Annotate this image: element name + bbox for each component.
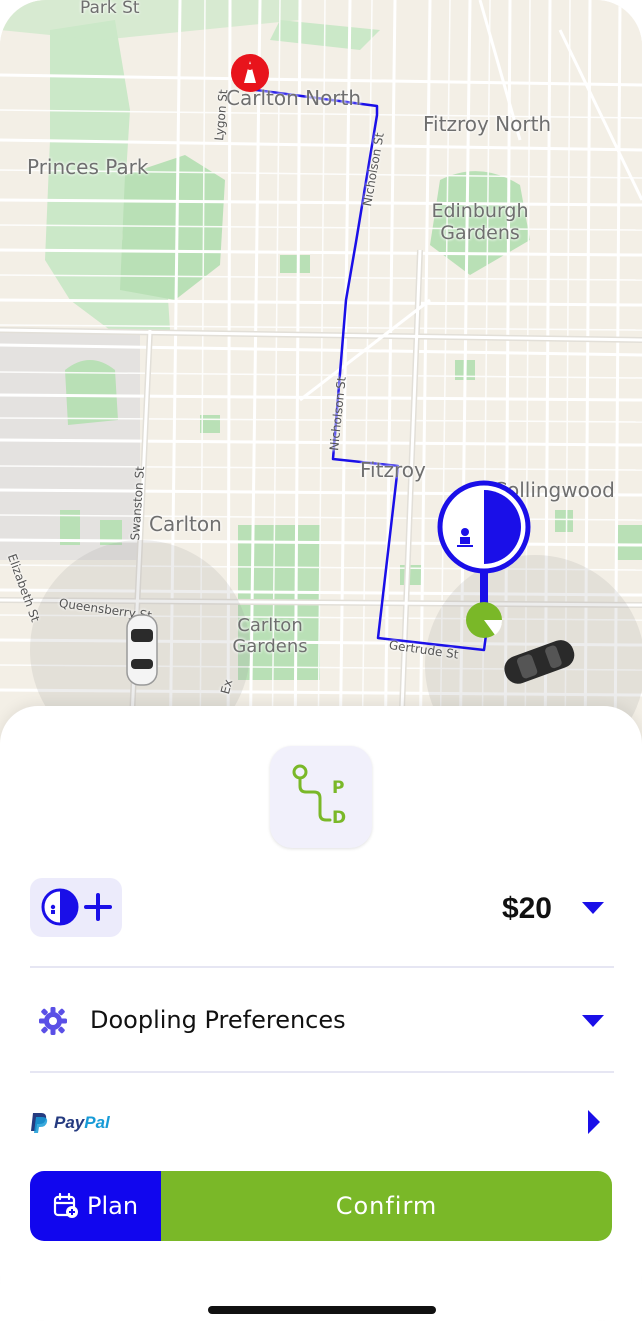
pickup-marker-icon[interactable] — [437, 480, 533, 645]
add-rider-button[interactable] — [30, 878, 122, 937]
divider — [30, 1071, 614, 1073]
paypal-logo-icon — [31, 1113, 48, 1133]
calendar-add-icon — [53, 1193, 78, 1218]
map-label-fitzroy-north: Fitzroy North — [423, 112, 552, 136]
logo-letter-p: P — [332, 778, 345, 798]
map-label-park-st: Park St — [80, 0, 140, 18]
ride-bottom-sheet: P D $20 Doopling Preferences PayPal Plan… — [0, 706, 642, 1321]
gear-icon — [39, 1007, 67, 1035]
payment-chevron-right-icon[interactable] — [588, 1110, 600, 1134]
route-logo-icon — [292, 764, 332, 822]
price-dropdown-chevron-icon[interactable] — [582, 902, 604, 914]
action-bar: Plan Confirm — [30, 1171, 612, 1241]
map-label-edinburgh-gardens: Edinburgh Gardens — [431, 200, 529, 244]
payment-method-paypal[interactable]: PayPal — [30, 1111, 110, 1135]
map-label-princes-park: Princes Park — [27, 155, 149, 179]
app-logo: P D — [270, 746, 372, 848]
plan-button[interactable]: Plan — [30, 1171, 161, 1241]
confirm-button-label: Confirm — [335, 1192, 438, 1220]
paypal-wordmark: PayPal — [54, 1113, 110, 1132]
confirm-button[interactable]: Confirm — [161, 1171, 612, 1241]
destination-pin-icon[interactable] — [230, 53, 270, 93]
map-label-carlton: Carlton — [149, 512, 222, 536]
fare-price: $20 — [501, 892, 552, 925]
add-rider-icon — [41, 888, 112, 926]
preferences-label[interactable]: Doopling Preferences — [90, 1006, 346, 1034]
map-label-fitzroy: Fitzroy — [360, 458, 426, 482]
map-label-carlton-gardens: Carlton Gardens — [232, 615, 308, 657]
home-indicator[interactable] — [208, 1306, 436, 1314]
car-black-icon — [504, 640, 575, 684]
map-view[interactable]: Park St Carlton North Fitzroy North Prin… — [0, 0, 642, 760]
divider — [30, 966, 614, 968]
logo-letter-d: D — [332, 808, 347, 828]
plan-button-label: Plan — [86, 1192, 139, 1220]
phone-screen: Park St Carlton North Fitzroy North Prin… — [0, 0, 642, 1321]
preferences-chevron-icon[interactable] — [582, 1015, 604, 1027]
car-white-icon — [126, 614, 158, 686]
